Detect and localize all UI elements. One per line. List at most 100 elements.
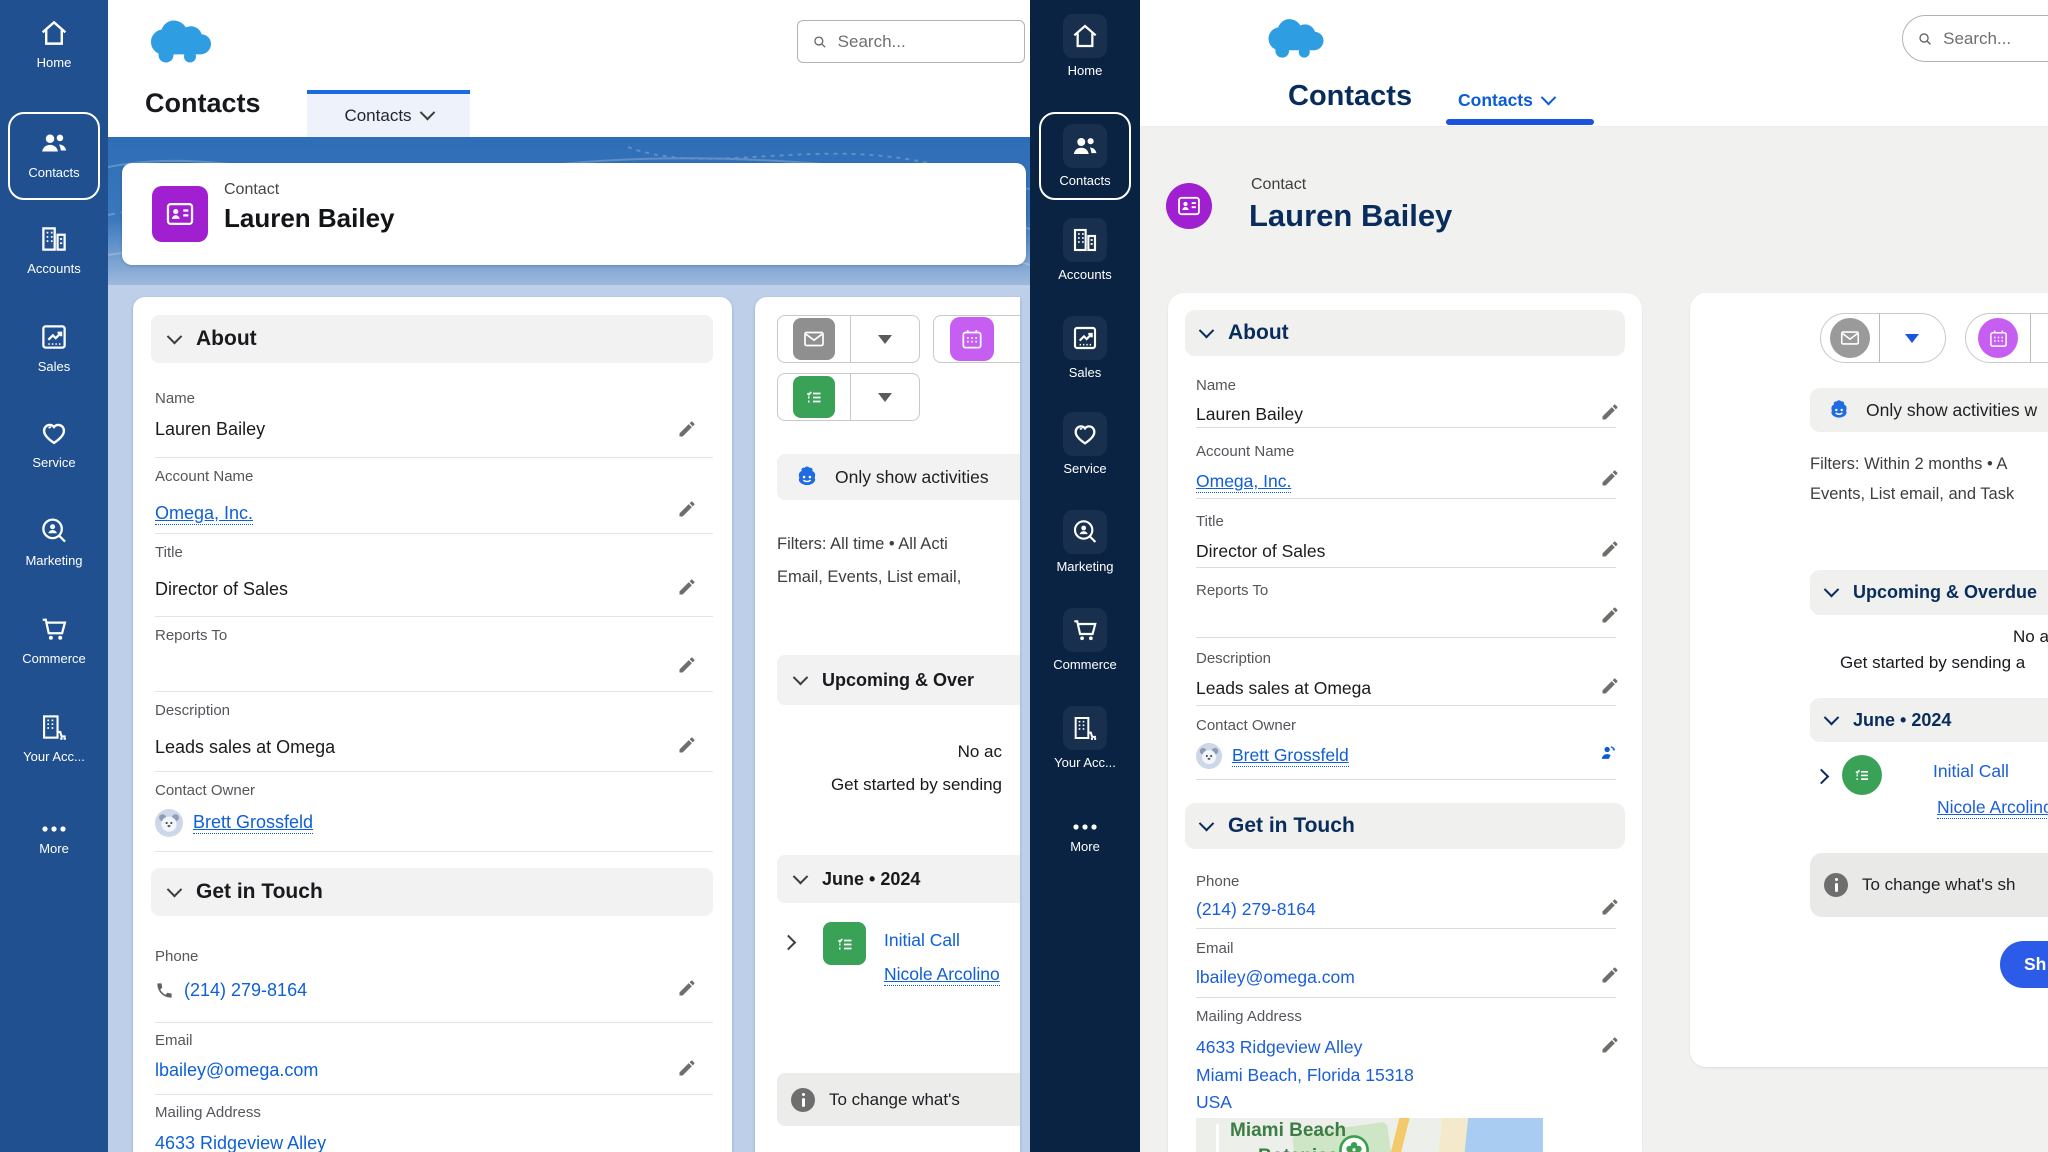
sidebar-item-more[interactable]: More bbox=[0, 822, 108, 856]
sidebar-item-marketing[interactable]: Marketing bbox=[0, 514, 108, 568]
phone-link[interactable]: (214) 279-8164 bbox=[1196, 899, 1316, 920]
screenshot-canvas: Contacts Contacts Home Contacts Accounts bbox=[0, 0, 2048, 1152]
einstein-activity-toggle[interactable]: Only show activities w bbox=[1810, 388, 2048, 432]
address-line1-link[interactable]: 4633 Ridgeview Alley bbox=[1196, 1037, 1362, 1058]
email-dropdown-button[interactable] bbox=[851, 334, 919, 344]
tab-contacts[interactable]: Contacts bbox=[307, 90, 470, 137]
sidebar-item-your-account[interactable]: Your Acc... bbox=[0, 710, 108, 764]
sidebar-item-service[interactable]: Service bbox=[0, 416, 108, 470]
owner-link[interactable]: Brett Grossfeld bbox=[193, 812, 314, 834]
sidebar-item-commerce[interactable]: Commerce bbox=[0, 612, 108, 666]
section-month-june-2024[interactable]: June • 2024 bbox=[1810, 698, 2048, 742]
edit-icon[interactable] bbox=[677, 1058, 697, 1078]
section-upcoming-overdue[interactable]: Upcoming & Overdue bbox=[1810, 570, 2048, 615]
compose-email-button[interactable] bbox=[778, 318, 850, 360]
calendar-icon bbox=[962, 330, 982, 349]
expand-task-chevron[interactable] bbox=[1813, 768, 1830, 785]
sidebar-item-commerce[interactable]: Commerce bbox=[1030, 608, 1140, 672]
email-link[interactable]: lbailey@omega.com bbox=[155, 1060, 318, 1081]
sidebar-item-accounts[interactable]: Accounts bbox=[1030, 218, 1140, 282]
sidebar-item-contacts[interactable]: Contacts bbox=[0, 126, 108, 180]
sidebar-item-marketing[interactable]: Marketing bbox=[1030, 510, 1140, 574]
sidebar-item-sales[interactable]: Sales bbox=[1030, 316, 1140, 380]
section-get-in-touch[interactable]: Get in Touch bbox=[151, 868, 713, 916]
task-contact-link[interactable]: Nicole Arcolino bbox=[1937, 797, 2048, 819]
edit-icon[interactable] bbox=[1600, 897, 1620, 917]
search-icon bbox=[814, 35, 826, 48]
sidebar-item-service[interactable]: Service bbox=[1030, 412, 1140, 476]
account-link[interactable]: Omega, Inc. bbox=[1196, 471, 1292, 493]
account-link[interactable]: Omega, Inc. bbox=[155, 503, 254, 525]
einstein-activity-toggle[interactable]: Only show activities bbox=[777, 454, 1020, 500]
section-get-in-touch[interactable]: Get in Touch bbox=[1185, 803, 1625, 849]
field-label: Description bbox=[1196, 650, 1272, 667]
task-dropdown-button[interactable] bbox=[851, 392, 919, 402]
section-month-june-2024[interactable]: June • 2024 bbox=[777, 855, 1020, 903]
chevron-down-icon bbox=[1198, 815, 1215, 831]
edit-icon[interactable] bbox=[677, 577, 697, 597]
section-upcoming-overdue[interactable]: Upcoming & Over bbox=[777, 655, 1020, 705]
tab-contacts[interactable]: Contacts bbox=[1458, 89, 1557, 111]
email-dropdown-button[interactable] bbox=[1880, 333, 1945, 343]
section-about[interactable]: About bbox=[1185, 310, 1625, 356]
map-garden-poi-icon bbox=[1339, 1135, 1369, 1152]
edit-icon[interactable] bbox=[677, 499, 697, 519]
field-label: Name bbox=[1196, 377, 1237, 394]
new-event-button[interactable] bbox=[934, 317, 1010, 361]
marketing-icon bbox=[1073, 520, 1097, 543]
dropdown-arrow-icon bbox=[878, 392, 893, 402]
edit-icon[interactable] bbox=[677, 978, 697, 998]
phone-link[interactable]: (214) 279-8164 bbox=[184, 980, 307, 1001]
sidebar-item-contacts[interactable]: Contacts bbox=[1030, 124, 1140, 188]
more-icon bbox=[42, 826, 66, 832]
show-all-activities-button[interactable]: Sh bbox=[2000, 941, 2048, 988]
details-panel: About Name Lauren Bailey Account Name Om… bbox=[133, 297, 732, 1152]
task-contact-link[interactable]: Nicole Arcolino bbox=[884, 964, 1000, 986]
owner-link[interactable]: Brett Grossfeld bbox=[1232, 745, 1349, 767]
address-line2-link[interactable]: Miami Beach, Florida 15318 bbox=[1196, 1065, 1414, 1086]
chevron-down-icon bbox=[792, 868, 809, 884]
edit-icon[interactable] bbox=[677, 419, 697, 439]
address-link[interactable]: 4633 Ridgeview Alley bbox=[155, 1133, 326, 1152]
edit-icon[interactable] bbox=[1600, 965, 1620, 985]
global-search[interactable] bbox=[797, 20, 1025, 63]
search-input[interactable] bbox=[837, 31, 1010, 52]
task-item-icon bbox=[823, 922, 866, 965]
task-title-link[interactable]: Initial Call bbox=[1933, 761, 2009, 782]
new-event-button[interactable] bbox=[1966, 318, 2030, 358]
sidebar-item-your-account[interactable]: Your Acc... bbox=[1030, 706, 1140, 770]
new-task-button[interactable] bbox=[778, 376, 850, 418]
address-map-preview: Miami Beach Botanical A1A bbox=[1196, 1118, 1543, 1152]
search-input[interactable] bbox=[1943, 28, 2048, 49]
sidebar-item-accounts[interactable]: Accounts bbox=[0, 222, 108, 276]
avatar bbox=[155, 809, 183, 837]
sidebar-item-home[interactable]: Home bbox=[1030, 14, 1140, 78]
accounts-icon bbox=[1073, 228, 1097, 252]
edit-icon[interactable] bbox=[1600, 402, 1620, 422]
sidebar-item-home[interactable]: Home bbox=[0, 16, 108, 70]
edit-icon[interactable] bbox=[677, 655, 697, 675]
change-owner-icon[interactable] bbox=[1598, 743, 1618, 763]
address-line3-link[interactable]: USA bbox=[1196, 1092, 1232, 1113]
activity-filters-line1[interactable]: Filters: All time • All Acti bbox=[777, 535, 948, 554]
sidebar-item-sales[interactable]: Sales bbox=[0, 320, 108, 374]
email-link[interactable]: lbailey@omega.com bbox=[1196, 967, 1355, 988]
edit-icon[interactable] bbox=[1600, 676, 1620, 696]
activity-filters-line1[interactable]: Filters: Within 2 months • A bbox=[1810, 455, 2007, 474]
field-label: Phone bbox=[155, 948, 199, 965]
global-search[interactable] bbox=[1902, 15, 2048, 62]
compose-email-button[interactable] bbox=[1821, 318, 1879, 358]
field-label: Account Name bbox=[155, 468, 254, 485]
edit-icon[interactable] bbox=[1600, 1035, 1620, 1055]
edit-icon[interactable] bbox=[1600, 539, 1620, 559]
edit-icon[interactable] bbox=[677, 735, 697, 755]
edit-icon[interactable] bbox=[1600, 468, 1620, 488]
page-title: Contacts bbox=[1288, 80, 1413, 112]
sidebar-item-more[interactable]: More bbox=[1030, 820, 1140, 854]
edit-icon[interactable] bbox=[1600, 605, 1620, 625]
email-icon bbox=[1840, 331, 1859, 345]
field-label: Phone bbox=[1196, 873, 1240, 890]
section-about[interactable]: About bbox=[151, 315, 713, 363]
task-title-link[interactable]: Initial Call bbox=[884, 930, 960, 951]
expand-task-chevron[interactable] bbox=[780, 934, 797, 951]
